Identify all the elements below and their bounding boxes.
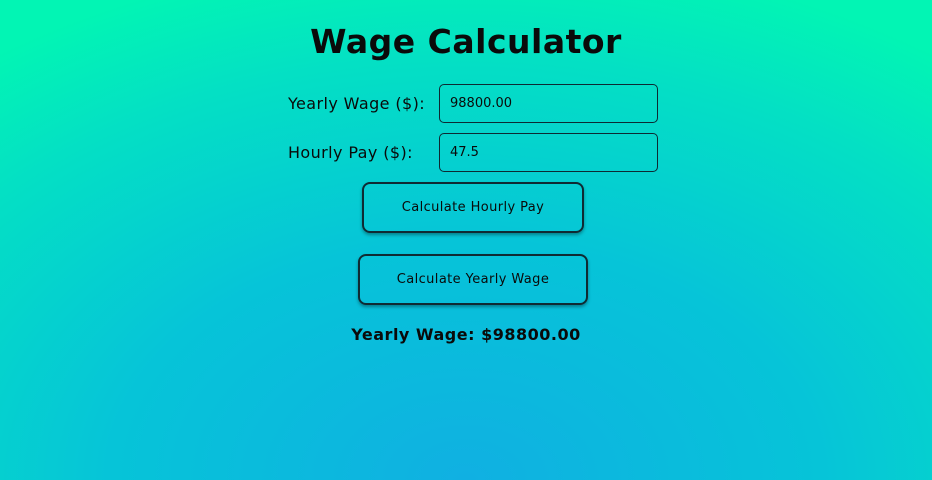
result-text: Yearly Wage: $98800.00	[351, 325, 581, 344]
yearly-wage-label: Yearly Wage ($):	[288, 93, 426, 113]
calculate-yearly-wage-button[interactable]: Calculate Yearly Wage	[358, 254, 588, 305]
yearly-wage-input[interactable]	[439, 84, 658, 123]
calculate-hourly-pay-button[interactable]: Calculate Hourly Pay	[362, 182, 584, 233]
hourly-pay-input[interactable]	[439, 133, 658, 172]
yearly-wage-row: Yearly Wage ($):	[288, 84, 425, 122]
page-title: Wage Calculator	[310, 22, 622, 61]
hourly-pay-row: Hourly Pay ($):	[288, 133, 413, 171]
hourly-pay-label: Hourly Pay ($):	[288, 142, 413, 162]
